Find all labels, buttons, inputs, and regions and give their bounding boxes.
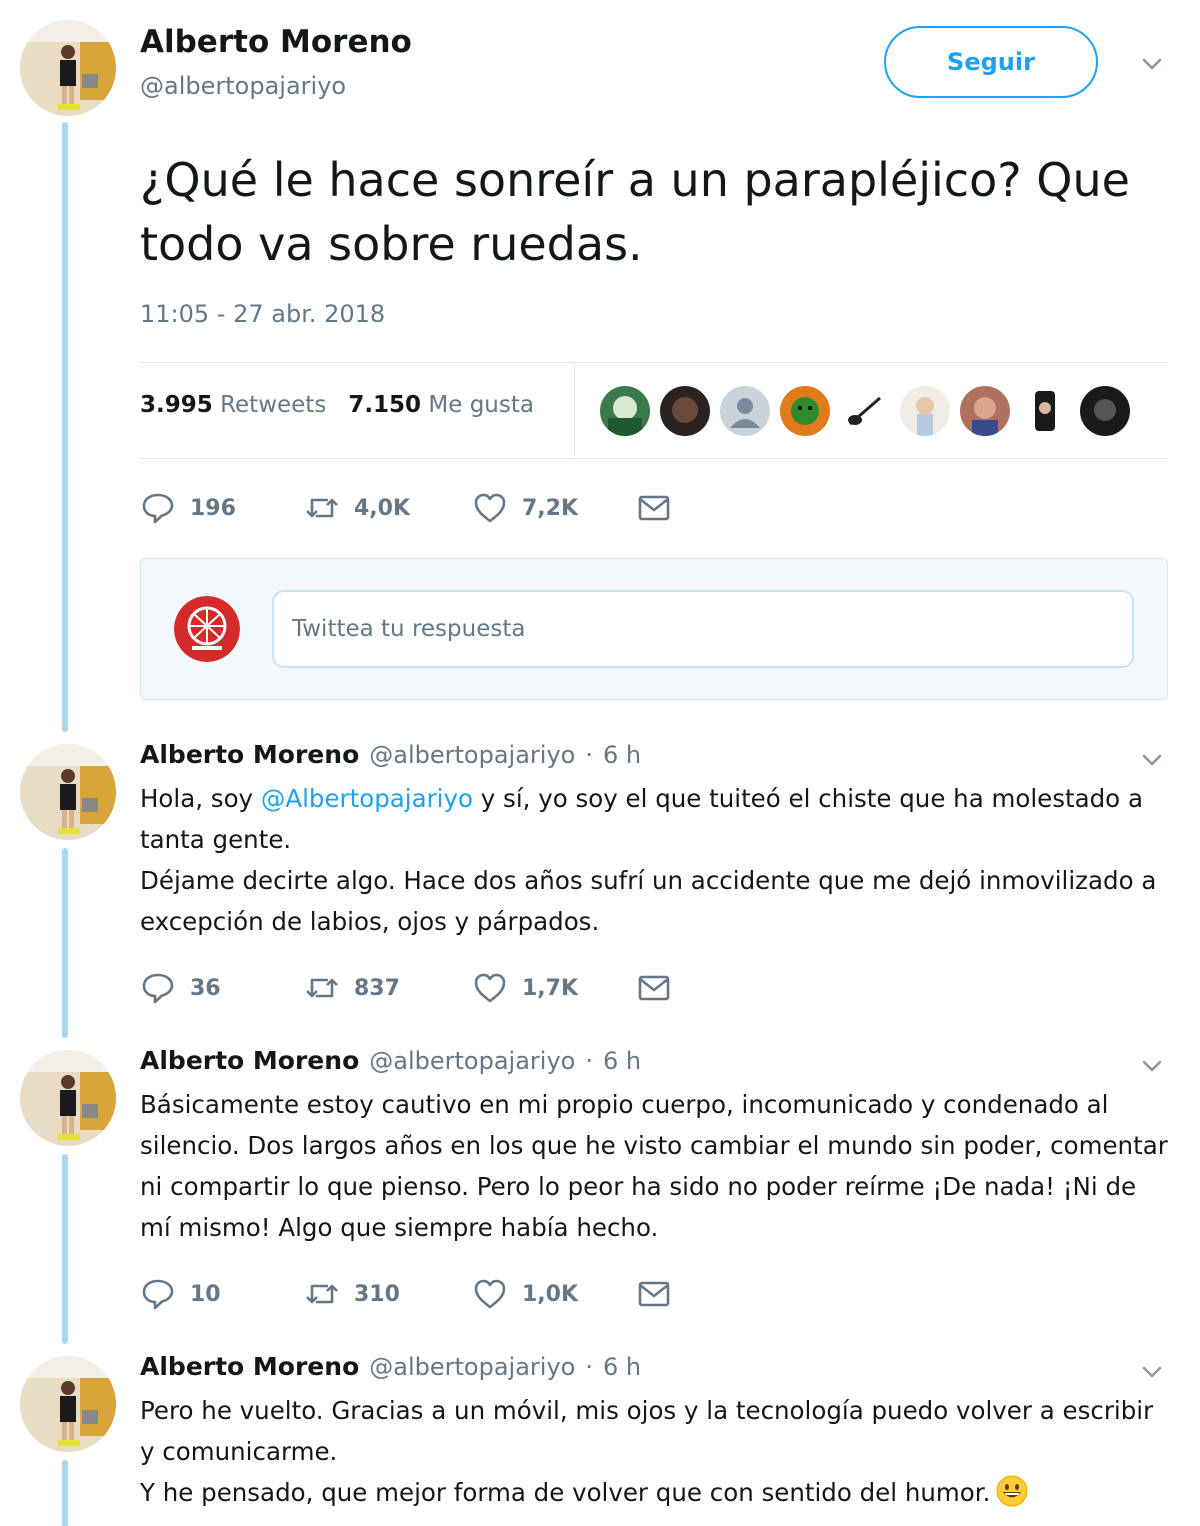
tweet-text-part: Hola, soy <box>140 784 261 813</box>
avatar[interactable] <box>20 20 116 116</box>
retweet-icon <box>306 498 338 518</box>
tweet-actions: 10 310 1,0K <box>140 1276 700 1316</box>
like-button[interactable]: 1,0K <box>472 1276 578 1312</box>
reply-button[interactable]: 36 <box>140 970 221 1006</box>
author-handle[interactable]: @albertopajariyo <box>369 1353 575 1381</box>
like-count: 1,0K <box>522 1281 579 1307</box>
separator: · <box>585 1047 593 1075</box>
tweet-stats: 3.995 Retweets 7.150 Me gusta <box>140 392 534 418</box>
tweet-actions: 36 837 1,7K <box>140 970 700 1010</box>
tweet-header: Alberto Moreno @albertopajariyo · 6 h <box>140 1046 641 1075</box>
liker-avatar[interactable] <box>840 386 890 436</box>
speech-bubble-icon <box>142 1279 174 1310</box>
retweet-icon <box>306 978 338 998</box>
liker-avatar[interactable] <box>1080 386 1130 436</box>
grinning-face-icon <box>996 1475 1028 1507</box>
like-count: 1,7K <box>522 975 579 1001</box>
reply-button[interactable]: 10 <box>140 1276 221 1312</box>
liker-avatar[interactable] <box>1020 386 1070 436</box>
chevron-down-icon[interactable] <box>1138 50 1166 78</box>
heart-icon <box>474 1279 506 1309</box>
like-label: Me gusta <box>428 392 534 418</box>
avatar[interactable] <box>20 744 116 840</box>
direct-message-button[interactable] <box>636 490 672 526</box>
tweet-actions: 196 4,0K 7,2K <box>140 490 700 530</box>
tweet-header: Alberto Moreno @albertopajariyo · 6 h <box>140 1352 641 1381</box>
liker-avatar[interactable] <box>600 386 650 436</box>
chevron-down-icon[interactable] <box>1138 1052 1166 1080</box>
retweet-button[interactable]: 837 <box>304 970 400 1006</box>
thread-line <box>62 848 68 1038</box>
divider <box>140 362 1168 363</box>
liker-avatars <box>600 386 1130 436</box>
reply-button[interactable]: 196 <box>140 490 236 526</box>
separator: · <box>585 741 593 769</box>
like-button[interactable]: 7,2K <box>472 490 578 526</box>
divider <box>140 458 1168 459</box>
user-avatar[interactable] <box>174 596 240 662</box>
separator: · <box>585 1353 593 1381</box>
liker-avatar[interactable] <box>900 386 950 436</box>
tweet-time[interactable]: 6 h <box>603 741 641 769</box>
reply-count: 196 <box>190 495 236 521</box>
tweet-header: Alberto Moreno @albertopajariyo · 6 h <box>140 740 641 769</box>
tweet-text: Pero he vuelto. Gracias a un móvil, mis … <box>140 1390 1170 1513</box>
direct-message-button[interactable] <box>636 1276 672 1312</box>
chevron-down-icon[interactable] <box>1138 1358 1166 1386</box>
liker-avatar[interactable] <box>720 386 770 436</box>
direct-message-button[interactable] <box>636 970 672 1006</box>
speech-bubble-icon <box>142 973 174 1004</box>
author-handle[interactable]: @albertopajariyo <box>369 741 575 769</box>
author-handle[interactable]: @albertopajariyo <box>140 72 346 100</box>
retweet-button[interactable]: 310 <box>304 1276 400 1312</box>
like-button[interactable]: 1,7K <box>472 970 578 1006</box>
envelope-icon <box>638 1281 670 1307</box>
retweet-count: 4,0K <box>354 495 411 521</box>
liker-avatar[interactable] <box>780 386 830 436</box>
reply-input[interactable] <box>272 590 1134 668</box>
tweet-text: ¿Qué le hace sonreír a un parapléjico? Q… <box>140 153 1130 271</box>
retweet-count: 837 <box>354 975 400 1001</box>
thread-line <box>62 122 68 732</box>
speech-bubble-icon <box>142 493 174 524</box>
avatar[interactable] <box>20 1356 116 1452</box>
retweet-label: Retweets <box>220 392 327 418</box>
tweet-timestamp[interactable]: 11:05 - 27 abr. 2018 <box>140 300 385 328</box>
tweet-time[interactable]: 6 h <box>603 1353 641 1381</box>
author-name[interactable]: Alberto Moreno <box>140 740 359 769</box>
divider <box>574 364 575 458</box>
envelope-icon <box>638 975 670 1001</box>
author-name[interactable]: Alberto Moreno <box>140 1352 359 1381</box>
author-handle[interactable]: @albertopajariyo <box>369 1047 575 1075</box>
tweet-time[interactable]: 6 h <box>603 1047 641 1075</box>
author-name[interactable]: Alberto Moreno <box>140 24 412 60</box>
reply-count: 10 <box>190 1281 221 1307</box>
tweet-text: Básicamente estoy cautivo en mi propio c… <box>140 1090 1168 1242</box>
thread-line <box>62 1154 68 1344</box>
like-count: 7.150 <box>348 392 422 418</box>
follow-button[interactable]: Seguir <box>884 26 1098 98</box>
retweet-count: 3.995 <box>140 392 213 418</box>
author-name[interactable]: Alberto Moreno <box>140 1046 359 1075</box>
reply-count: 36 <box>190 975 221 1001</box>
like-stat[interactable]: 7.150 Me gusta <box>348 392 534 418</box>
retweet-icon <box>306 1284 338 1304</box>
envelope-icon <box>638 495 670 521</box>
heart-icon <box>474 973 506 1003</box>
tweet-text: Hola, soy @Albertopajariyo y sí, yo soy … <box>140 778 1170 942</box>
liker-avatar[interactable] <box>660 386 710 436</box>
liker-avatar[interactable] <box>960 386 1010 436</box>
avatar[interactable] <box>20 1050 116 1146</box>
heart-icon <box>474 493 506 523</box>
thread-line <box>62 1460 68 1526</box>
retweet-button[interactable]: 4,0K <box>304 490 410 526</box>
retweet-stat[interactable]: 3.995 Retweets <box>140 392 326 418</box>
mention-link[interactable]: @Albertopajariyo <box>261 784 473 813</box>
chevron-down-icon[interactable] <box>1138 746 1166 774</box>
retweet-count: 310 <box>354 1281 400 1307</box>
like-count: 7,2K <box>522 495 579 521</box>
